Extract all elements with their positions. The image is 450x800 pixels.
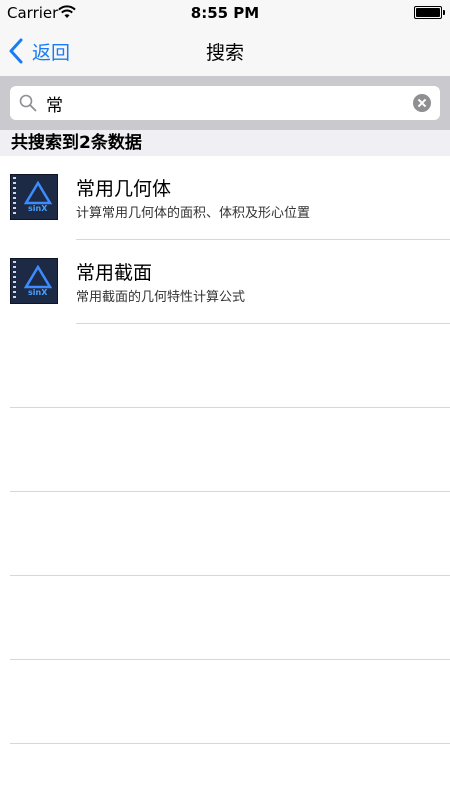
navigation-bar: 返回 搜索 bbox=[0, 26, 450, 76]
book-thumbnail-icon: sinX bbox=[10, 258, 58, 304]
search-field[interactable] bbox=[10, 86, 440, 120]
empty-row-divider bbox=[10, 743, 450, 744]
empty-row-divider bbox=[10, 407, 450, 408]
list-item[interactable]: sinX 常用截面 常用截面的几何特性计算公式 bbox=[0, 240, 450, 324]
empty-row-divider bbox=[10, 659, 450, 660]
page-title: 搜索 bbox=[205, 42, 244, 64]
row-divider bbox=[76, 323, 450, 324]
status-bar: Carrier 8:55 PM bbox=[0, 0, 450, 26]
book-thumbnail-icon: sinX bbox=[10, 174, 58, 220]
item-subtitle: 计算常用几何体的面积、体积及形心位置 bbox=[76, 206, 311, 221]
search-input[interactable] bbox=[46, 91, 406, 115]
empty-row-divider bbox=[10, 575, 450, 576]
thumbnail-label: sinX bbox=[28, 204, 48, 213]
battery-icon bbox=[414, 6, 445, 19]
results-list: sinX 常用几何体 计算常用几何体的面积、体积及形心位置 sinX 常用截面 … bbox=[0, 156, 450, 324]
clock: 8:55 PM bbox=[190, 4, 260, 22]
search-icon bbox=[19, 94, 37, 112]
search-bar bbox=[0, 76, 450, 130]
item-title: 常用几何体 bbox=[76, 178, 172, 200]
thumbnail-label: sinX bbox=[28, 288, 48, 297]
item-subtitle: 常用截面的几何特性计算公式 bbox=[76, 290, 246, 305]
clear-icon[interactable] bbox=[413, 94, 431, 112]
list-item[interactable]: sinX 常用几何体 计算常用几何体的面积、体积及形心位置 bbox=[0, 156, 450, 240]
empty-row-divider bbox=[10, 491, 450, 492]
item-title: 常用截面 bbox=[76, 262, 153, 284]
result-count-header: 共搜索到2条数据 bbox=[0, 130, 450, 156]
